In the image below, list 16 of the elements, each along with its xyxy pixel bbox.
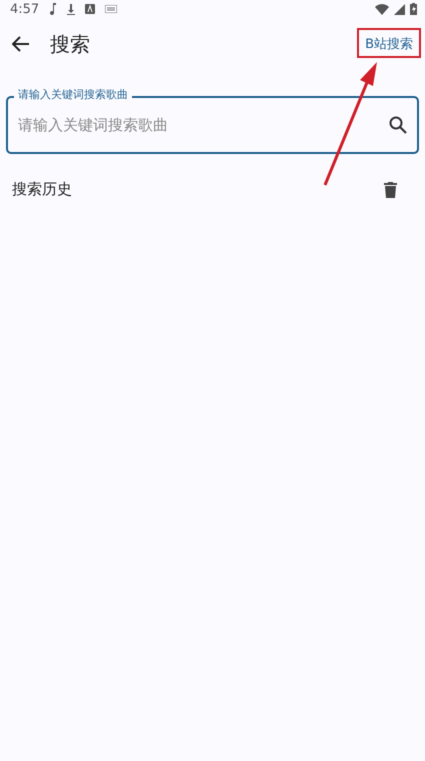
trash-icon[interactable] bbox=[384, 182, 397, 198]
field-label: 请输入关键词搜索歌曲 bbox=[14, 87, 132, 103]
highlight-box bbox=[357, 28, 421, 58]
battery-icon bbox=[410, 3, 417, 15]
signal-icon bbox=[394, 4, 405, 14]
status-time: 4:57 bbox=[10, 2, 40, 16]
app-icon bbox=[85, 4, 96, 14]
page-title: 搜索 bbox=[50, 30, 91, 58]
keyboard-icon bbox=[105, 5, 118, 13]
bilibili-search-button[interactable]: B站搜索 bbox=[359, 29, 419, 59]
history-heading: 搜索历史 bbox=[12, 180, 72, 199]
back-arrow-icon[interactable] bbox=[12, 36, 30, 52]
download-icon bbox=[67, 4, 76, 14]
music-note-icon bbox=[49, 3, 58, 15]
wifi-icon bbox=[375, 4, 389, 14]
search-icon[interactable] bbox=[389, 116, 407, 134]
